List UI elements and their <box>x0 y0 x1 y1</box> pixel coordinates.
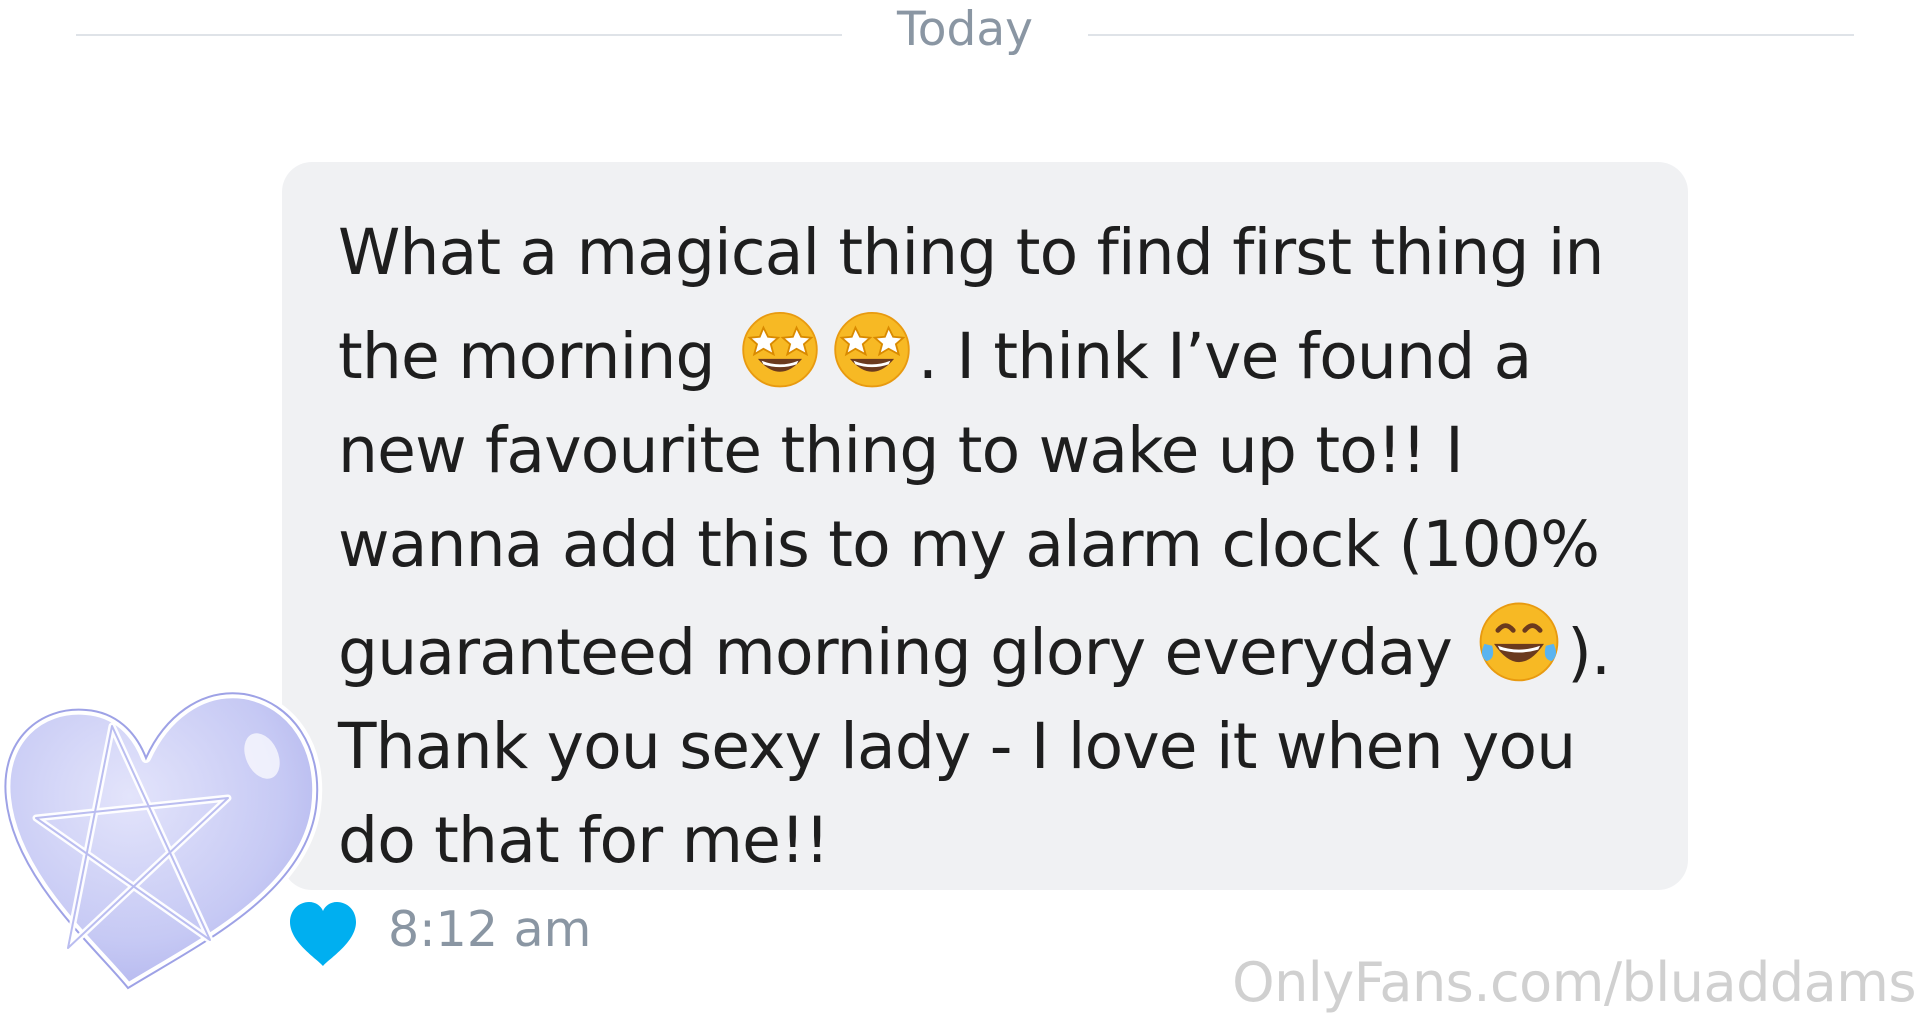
date-separator: Today <box>897 2 1033 57</box>
pentagram-heart-sticker <box>0 648 330 998</box>
star-struck-emoji <box>826 300 918 392</box>
date-divider-right <box>1088 34 1854 36</box>
message-fragment: the morning <box>338 320 734 393</box>
watermark: OnlyFans.com/bluaddams <box>1232 951 1916 1014</box>
message-timestamp: 8:12 am <box>388 901 592 958</box>
message-fragment: guaranteed morning glory everyday <box>338 616 1472 689</box>
message-line: guaranteed morning glory everyday ). <box>338 592 1658 700</box>
message-text: What a magical thing to find first thing… <box>338 206 1658 888</box>
star-struck-emoji <box>734 300 826 392</box>
message-line: What a magical thing to find first thing… <box>338 216 1604 289</box>
message-line: Thank you sexy lady - I love it when you <box>338 710 1576 783</box>
message-fragment: ). <box>1567 616 1611 689</box>
message-line: do that for me!! <box>338 804 830 877</box>
message-bubble[interactable]: What a magical thing to find first thing… <box>282 162 1688 890</box>
face-with-tears-of-joy-emoji <box>1471 592 1567 688</box>
message-line: new favourite thing to wake up to!! I <box>338 414 1464 487</box>
date-divider-left <box>76 34 842 36</box>
message-line: the morning . I think I’ve found a <box>338 300 1658 404</box>
message-fragment: . I think I’ve found a <box>917 320 1532 393</box>
message-line: wanna add this to my alarm clock (100% <box>338 508 1600 581</box>
